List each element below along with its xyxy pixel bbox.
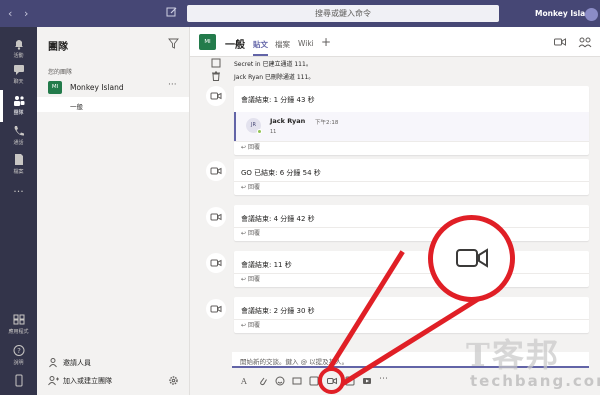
join-team-icon <box>48 376 59 386</box>
title-bar: ‹ › 搜尋或鍵入命令 Monkey Island <box>0 0 600 27</box>
help-icon: ? <box>13 345 24 356</box>
system-event: Secret in 已建立通道 111。 <box>234 61 312 68</box>
divider <box>234 181 589 182</box>
format-icon[interactable]: A <box>240 376 250 386</box>
section-label: 您的團隊 <box>48 69 73 76</box>
emoji-icon[interactable] <box>275 376 285 386</box>
channel-title: 一般 <box>225 40 245 51</box>
panel-title: 團隊 <box>48 42 68 53</box>
presence-status-icon <box>257 129 262 134</box>
channel-item-general[interactable]: 一般 <box>37 97 189 112</box>
meeting-title: 會議結束: 1 分鐘 43 秒 <box>241 96 315 104</box>
reply-button[interactable]: ↩ 回覆 <box>241 182 260 191</box>
system-event: Jack Ryan 已刪除通道 111。 <box>234 74 315 81</box>
tab-posts[interactable]: 貼文 <box>253 39 268 56</box>
search-input[interactable]: 搜尋或鍵入命令 <box>187 5 499 22</box>
reply-button[interactable]: ↩ 回覆 <box>241 274 260 283</box>
meet-video-icon[interactable] <box>554 37 566 47</box>
user-avatar[interactable] <box>585 8 598 21</box>
files-icon <box>14 154 23 165</box>
appbar-calls[interactable]: 通話 <box>0 120 37 152</box>
meeting-event-icon <box>206 207 226 227</box>
bell-icon <box>14 40 23 50</box>
nested-reply: JR Jack Ryan 下午2:18 11 <box>234 112 589 142</box>
team-name: Monkey Island <box>70 83 124 92</box>
svg-text:?: ? <box>17 347 21 355</box>
more-options-icon[interactable]: ⋯ <box>379 374 389 384</box>
meet-now-video-icon <box>456 248 488 268</box>
meeting-event-icon <box>206 161 226 181</box>
forward-arrow-icon[interactable]: › <box>24 7 28 20</box>
view-team-icon[interactable] <box>578 36 592 48</box>
meeting-card: 會議結束: 11 秒 ↩ 回覆 <box>234 251 589 287</box>
appbar-help[interactable]: ? 說明 <box>0 340 37 372</box>
appbar-more[interactable]: ... <box>0 179 37 211</box>
zoom-callout <box>428 215 515 302</box>
conversation-feed: Secret in 已建立通道 111。 Jack Ryan 已刪除通道 111… <box>190 57 600 347</box>
meeting-event-icon <box>206 253 226 273</box>
filter-icon[interactable] <box>168 38 179 49</box>
teams-panel: 團隊 您的團隊 MI Monkey Island ··· 一般 邀請人員 加入或… <box>37 27 190 395</box>
add-tab-button[interactable]: + <box>321 35 331 49</box>
meeting-card: 會議結束: 1 分鐘 43 秒 JR Jack Ryan 下午2:18 11 ↩… <box>234 86 589 155</box>
tab-wiki[interactable]: Wiki <box>298 39 314 48</box>
author-name: Jack Ryan <box>270 117 306 125</box>
meeting-event-icon <box>206 86 226 106</box>
meeting-title: GO 已結束: 6 分鐘 54 秒 <box>241 169 321 177</box>
teams-icon <box>13 96 24 106</box>
callout-highlight-ring <box>318 367 345 394</box>
more-icon: ... <box>13 182 24 195</box>
join-create-team-link[interactable]: 加入或建立團隊 <box>63 376 112 386</box>
channel-header: MI 一般 貼文 檔案 Wiki + <box>190 27 600 57</box>
meeting-event-icon <box>206 299 226 319</box>
watermark-url: techbang.com <box>470 372 600 390</box>
channel-team-avatar: MI <box>199 34 216 50</box>
gif-icon[interactable] <box>292 376 302 386</box>
appbar-chat[interactable]: 聊天 <box>0 59 37 91</box>
watermark: T客邦 techbang.com <box>462 330 600 394</box>
trash-icon <box>212 71 220 81</box>
appbar-teams[interactable]: 團隊 <box>0 90 37 122</box>
mobile-phone-icon <box>15 374 22 387</box>
chat-icon <box>13 65 24 75</box>
reply-button[interactable]: ↩ 回覆 <box>241 142 260 151</box>
tab-files[interactable]: 檔案 <box>275 39 290 50</box>
divider <box>234 319 589 320</box>
reply-button[interactable]: ↩ 回覆 <box>241 228 260 237</box>
meeting-title: 會議結束: 2 分鐘 30 秒 <box>241 307 315 315</box>
invite-people-link[interactable]: 邀請人員 <box>63 358 91 368</box>
meeting-title: 會議結束: 4 分鐘 42 秒 <box>241 215 315 223</box>
appbar-files[interactable]: 檔案 <box>0 149 37 181</box>
message-text: 11 <box>270 129 277 135</box>
channel-name: 一般 <box>70 103 83 111</box>
team-avatar: MI <box>48 81 62 94</box>
appbar-apps[interactable]: 應用程式 <box>0 309 37 341</box>
appbar-mobile[interactable] <box>0 370 37 392</box>
compose-icon[interactable] <box>166 6 180 20</box>
app-bar: 活動 聊天 團隊 通話 檔案 ... 應用程式 ? 說明 <box>0 27 37 395</box>
divider <box>234 141 589 142</box>
stream-icon[interactable] <box>362 376 372 386</box>
meeting-card: GO 已結束: 6 分鐘 54 秒 ↩ 回覆 <box>234 159 589 195</box>
back-arrow-icon[interactable]: ‹ <box>8 7 12 20</box>
meeting-card: 會議結束: 4 分鐘 42 秒 ↩ 回覆 <box>234 205 589 241</box>
watermark-logo: T客邦 <box>466 336 560 374</box>
meeting-card: 會議結束: 2 分鐘 30 秒 ↩ 回覆 <box>234 297 589 333</box>
attach-icon[interactable] <box>258 376 268 386</box>
apps-icon <box>13 314 24 325</box>
timestamp: 下午2:18 <box>315 120 339 126</box>
svg-text:A: A <box>240 377 247 386</box>
divider <box>234 227 589 228</box>
divider <box>234 273 589 274</box>
phone-icon <box>14 126 24 136</box>
team-item[interactable]: MI Monkey Island ··· <box>37 78 189 96</box>
meeting-title: 會議結束: 11 秒 <box>241 261 292 269</box>
invite-people-icon <box>49 358 57 368</box>
more-options-icon[interactable]: ··· <box>168 80 177 90</box>
gear-icon[interactable] <box>168 375 179 386</box>
reply-button[interactable]: ↩ 回覆 <box>241 320 260 329</box>
channel-created-icon <box>211 58 221 68</box>
